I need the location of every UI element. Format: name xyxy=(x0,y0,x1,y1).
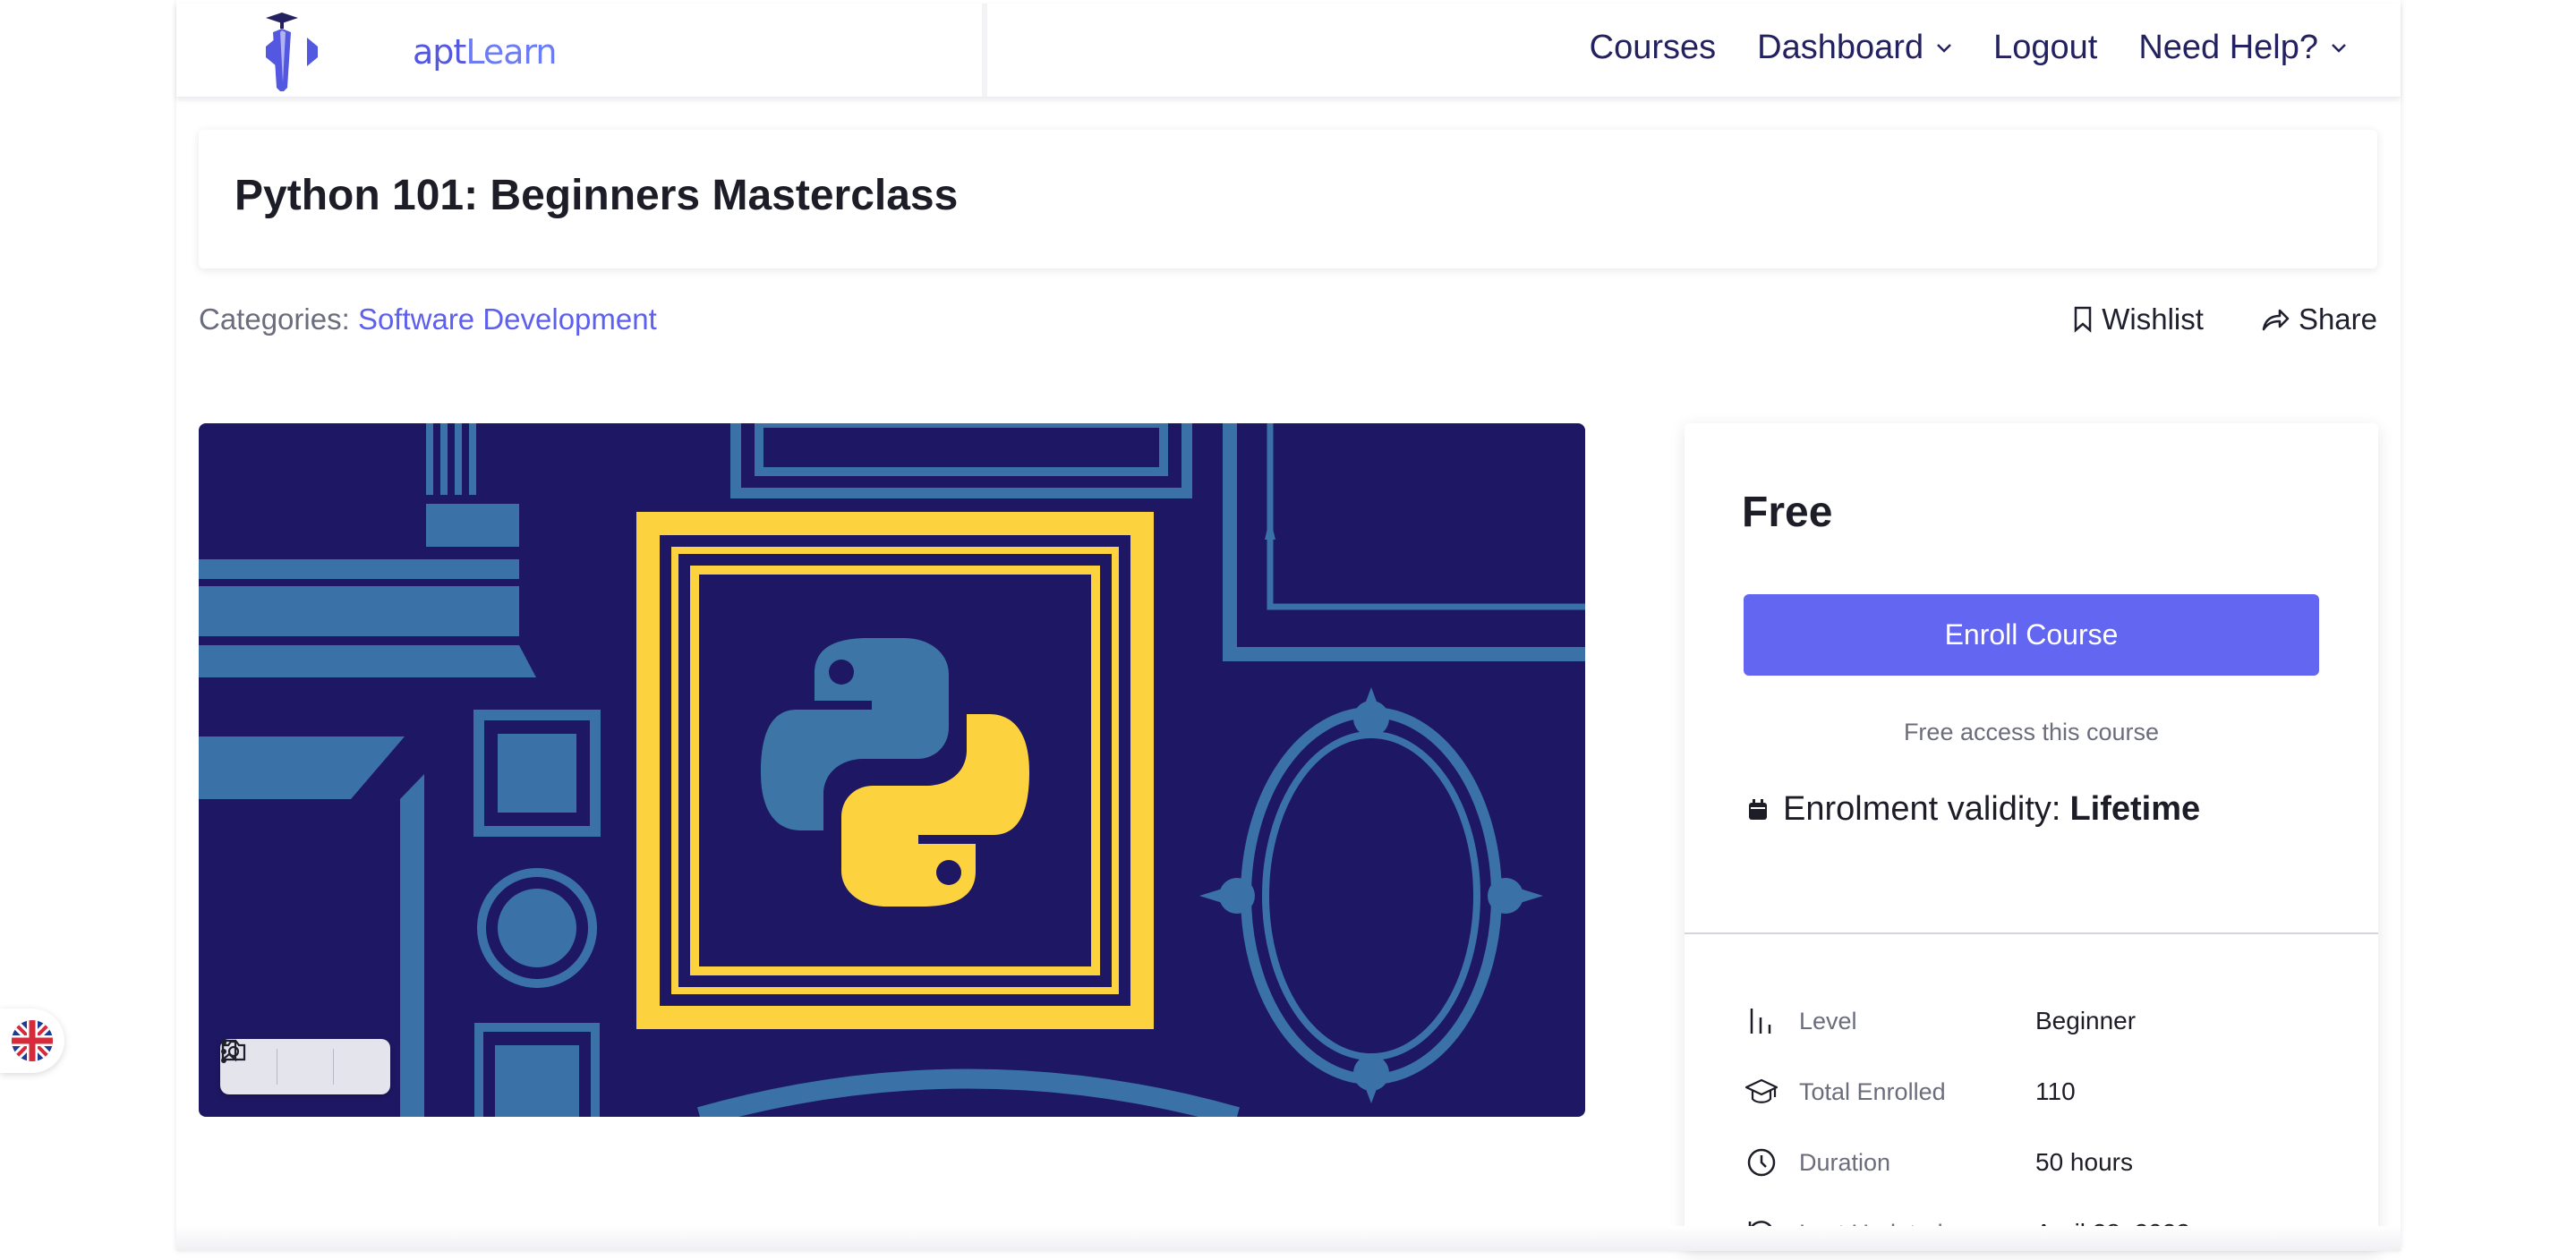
nav-help-label: Need Help? xyxy=(2138,29,2318,66)
nav-dashboard-label: Dashboard xyxy=(1757,29,1924,66)
site-header: aptLearn Courses Dashboard Logout Need H… xyxy=(176,4,2401,98)
nav-courses-label: Courses xyxy=(1589,29,1717,66)
enroll-sidebar: Free Enroll Course Free access this cour… xyxy=(1685,423,2378,1251)
nav-courses[interactable]: Courses xyxy=(1590,29,1717,67)
main-nav: Courses Dashboard Logout Need Help? xyxy=(1548,29,2347,67)
nav-need-help[interactable]: Need Help? xyxy=(2138,29,2347,67)
bookmark-icon xyxy=(2075,306,2092,333)
course-actions: Wishlist Share xyxy=(2016,302,2377,336)
level-bars-icon xyxy=(1744,1003,1779,1039)
meta-row-total-enrolled: Total Enrolled 110 xyxy=(1744,1065,2334,1119)
share-label: Share xyxy=(2298,302,2377,336)
language-switcher[interactable] xyxy=(0,1009,64,1073)
meta-label: Duration xyxy=(1799,1148,1891,1176)
python-course-artwork xyxy=(199,423,1585,1117)
chevron-down-icon xyxy=(2332,43,2346,53)
chevron-down-icon xyxy=(1937,43,1951,53)
category-link[interactable]: Software Development xyxy=(358,302,657,336)
enrolment-validity: Enrolment validity: Lifetime xyxy=(1747,790,2200,829)
nav-logout-label: Logout xyxy=(1993,29,2098,66)
graduation-cap-icon xyxy=(1744,1074,1779,1110)
site-logo[interactable]: aptLearn xyxy=(255,11,558,93)
meta-value: 110 xyxy=(2035,1077,2076,1105)
free-access-note: Free access this course xyxy=(1903,719,2160,745)
nav-dashboard[interactable]: Dashboard xyxy=(1757,29,1952,67)
share-icon xyxy=(2262,309,2290,331)
meta-value: Beginner xyxy=(2035,1007,2137,1034)
more-options-button[interactable] xyxy=(221,1039,390,1094)
sidebar-divider xyxy=(1685,932,2378,934)
calendar-icon xyxy=(1749,798,1767,820)
logo-wordmark: aptLearn xyxy=(413,32,558,72)
meta-label: Level xyxy=(1799,1007,1857,1034)
visual-search-button[interactable] xyxy=(221,1039,334,1094)
nav-logout[interactable]: Logout xyxy=(1993,29,2097,67)
uk-flag-icon xyxy=(12,1020,53,1061)
header-divider xyxy=(982,4,987,97)
image-overlay-toolbar xyxy=(220,1039,390,1094)
course-categories: Categories: Software Development xyxy=(199,302,657,336)
course-title: Python 101: Beginners Masterclass xyxy=(235,172,959,219)
page-bottom-edge xyxy=(176,1226,2401,1251)
clock-icon xyxy=(1744,1145,1779,1180)
course-thumbnail xyxy=(199,423,1585,1117)
logo-mark-icon xyxy=(266,13,318,93)
enroll-course-button[interactable]: Enroll Course xyxy=(1744,594,2319,676)
vertical-dots-icon xyxy=(221,1040,226,1063)
wishlist-button[interactable]: Wishlist xyxy=(2073,302,2204,336)
meta-value: 50 hours xyxy=(2035,1148,2133,1176)
course-price: Free xyxy=(1742,489,1833,536)
categories-label: Categories: xyxy=(199,302,350,336)
meta-row-duration: Duration 50 hours xyxy=(1744,1136,2334,1189)
wishlist-label: Wishlist xyxy=(2102,302,2204,336)
meta-label: Total Enrolled xyxy=(1799,1077,1946,1105)
meta-row-level: Level Beginner xyxy=(1744,994,2334,1048)
share-button[interactable]: Share xyxy=(2261,302,2377,336)
validity-value: Lifetime xyxy=(2069,790,2201,828)
validity-label: Enrolment validity: xyxy=(1783,790,2061,828)
course-title-card: Python 101: Beginners Masterclass xyxy=(199,130,2377,268)
